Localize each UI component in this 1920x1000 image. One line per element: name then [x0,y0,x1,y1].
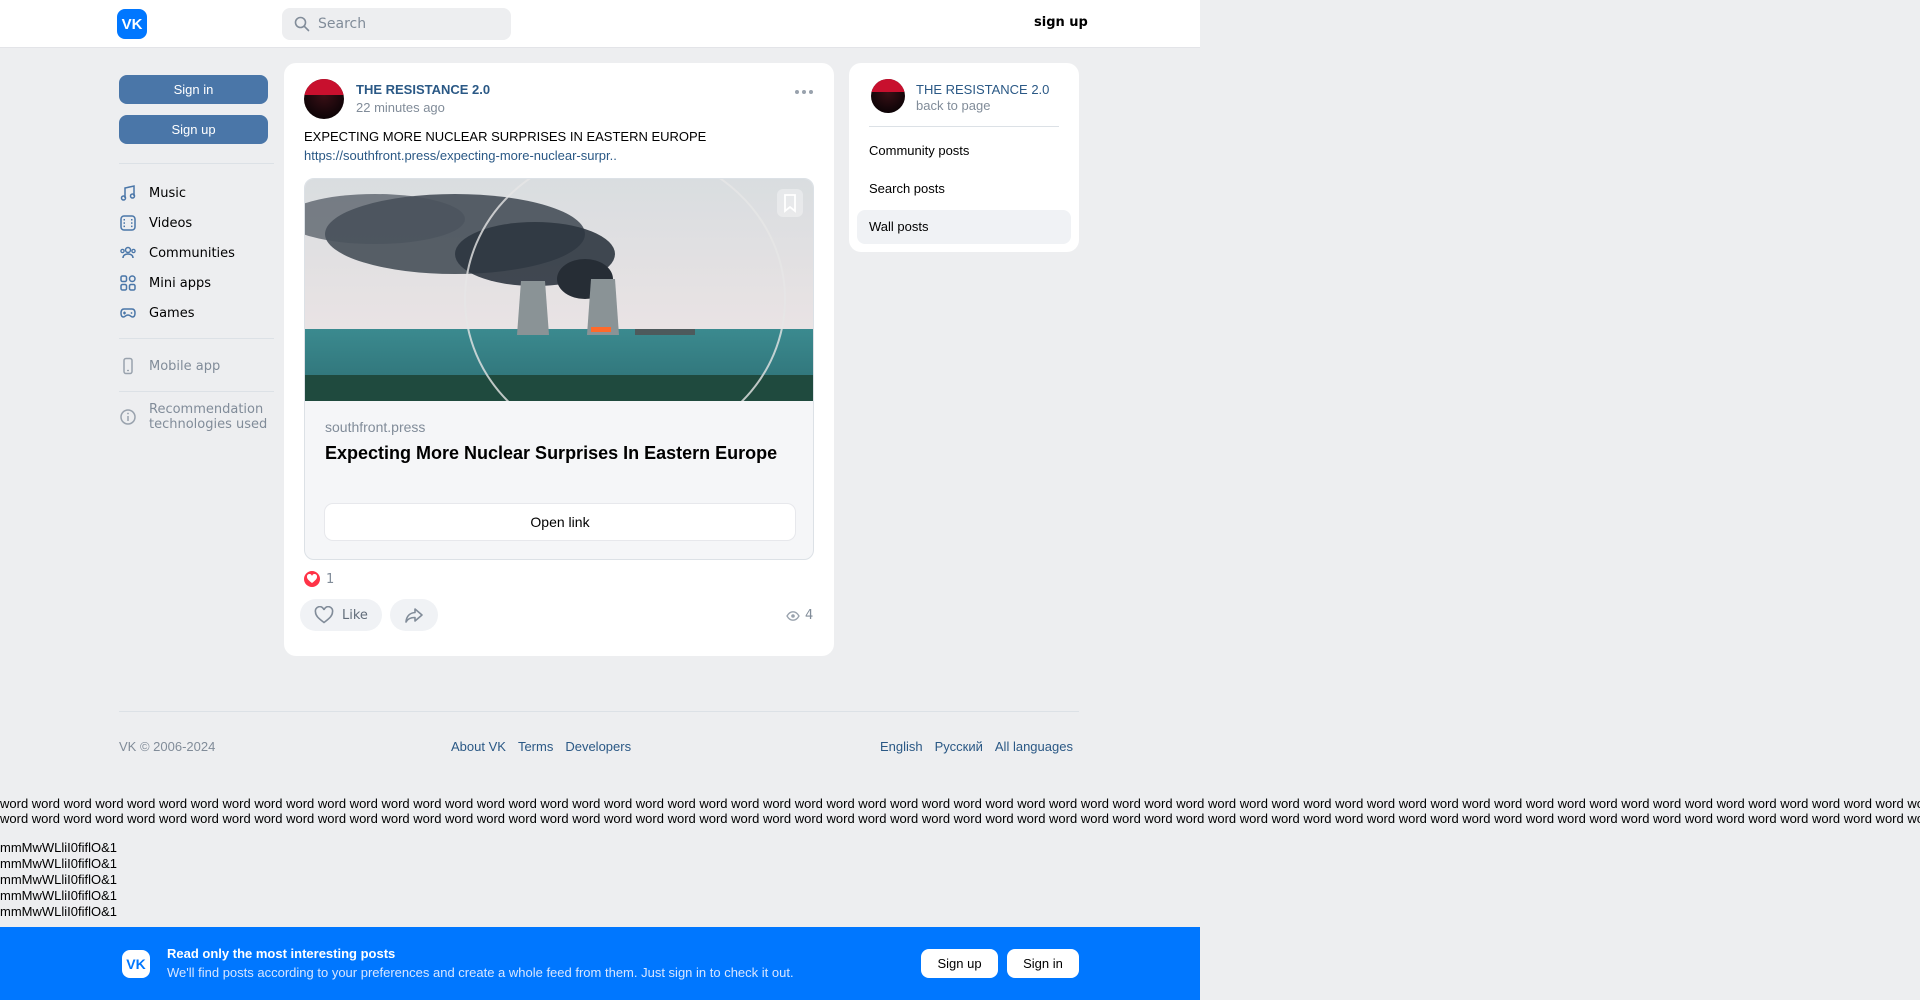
footer-link-developers[interactable]: Developers [565,739,631,754]
views-counter: 4 [786,608,813,623]
lang-english[interactable]: English [880,739,923,754]
sample-text-line: mmMwWLliI0fiflO&1 [0,904,118,919]
sidebar-signup-button[interactable]: Sign up [119,115,268,144]
footer-languages: English Русский All languages [880,739,1073,754]
sample-text-block: mmMwWLliI0fiflO&1 mmMwWLliI0fiflO&1 mmMw… [0,840,117,920]
lang-russian[interactable]: Русский [935,739,983,754]
reactions-summary[interactable]: 1 [304,571,334,587]
recommendation-line-1: Recommendation [149,402,264,417]
search-box[interactable] [282,8,511,40]
like-button[interactable]: Like [300,599,382,631]
author-avatar[interactable] [304,79,344,119]
link-preview-card[interactable]: southfront.press Expecting More Nuclear … [304,178,814,560]
link-title[interactable]: Expecting More Nuclear Surprises In East… [325,443,777,464]
link-domain: southfront.press [325,419,426,435]
views-count: 4 [805,608,814,623]
footer-link-terms[interactable]: Terms [518,739,553,754]
sidebar-signin-button[interactable]: Sign in [119,75,268,104]
header-signup-link[interactable]: sign up [1034,15,1088,30]
post-text: EXPECTING MORE NUCLEAR SURPRISES IN EAST… [304,129,707,144]
sidebar-item-music[interactable]: Music [119,178,269,208]
open-link-button[interactable]: Open link [325,504,795,540]
menu-item-search-posts[interactable]: Search posts [857,172,1071,206]
sidebar-item-mini-apps[interactable]: Mini apps [119,268,269,298]
community-name-link[interactable]: THE RESISTANCE 2.0 [916,82,1049,97]
eye-icon [786,610,800,621]
more-options-icon[interactable] [794,89,814,95]
sidebar-item-mobile-app[interactable]: Mobile app [119,351,269,381]
menu-item-wall-posts[interactable]: Wall posts [857,210,1071,244]
sidebar-item-videos[interactable]: Videos [119,208,269,238]
sidebar-item-label: Mobile app [149,358,221,374]
footer-copyright: VK © 2006-2024 [119,739,216,754]
sidebar-item-label: Games [149,305,195,321]
music-icon [120,185,136,201]
mini-apps-icon [120,275,136,291]
banner-subtitle: We'll find posts according to your prefe… [167,965,794,980]
post-url-link[interactable]: https://southfront.press/expecting-more-… [304,148,617,163]
banner-title: Read only the most interesting posts [167,946,396,961]
sidebar-item-recommendation-info[interactable]: Recommendation technologies used [119,402,269,432]
sidebar-item-label: Mini apps [149,275,212,291]
right-panel: THE RESISTANCE 2.0 back to page Communit… [849,63,1079,252]
reactions-count: 1 [326,571,335,587]
recommendation-text: Recommendation technologies used [149,402,267,432]
gamepad-icon [120,308,136,318]
lang-all[interactable]: All languages [995,739,1073,754]
sidebar-item-label: Videos [149,215,193,231]
recommendation-line-2: technologies used [149,417,268,432]
signup-banner: VK Read only the most interesting posts … [0,927,1200,1000]
info-icon [120,409,136,425]
share-button[interactable] [389,599,438,631]
top-header: VK sign up [0,0,1200,48]
footer-link-about[interactable]: About VK [451,739,506,754]
wall-post: THE RESISTANCE 2.0 22 minutes ago EXPECT… [284,63,834,656]
footer-links: About VK Terms Developers [451,739,631,754]
phone-icon [123,357,133,375]
sidebar-divider [119,338,274,339]
nuclear-plant-image [305,179,813,401]
back-to-page-link[interactable]: back to page [916,98,990,113]
sample-text-line: mmMwWLliI0fiflO&1 [0,888,118,903]
menu-item-community-posts[interactable]: Community posts [857,134,1071,168]
video-icon [120,215,136,231]
sample-text-line: mmMwWLliI0fiflO&1 [0,856,118,871]
sidebar-item-label: Music [149,185,186,201]
vk-logo: VK [122,950,150,978]
sidebar-item-games[interactable]: Games [119,298,269,328]
post-actions: Like [300,599,446,631]
heart-icon [314,606,334,624]
share-icon [405,608,423,623]
post-author-link[interactable]: THE RESISTANCE 2.0 [356,82,490,97]
sidebar-divider [119,163,274,164]
word-text-line: word word word word word word word word … [0,796,1920,811]
search-icon [294,16,310,32]
communities-icon [120,246,136,259]
sidebar-item-label: Communities [149,245,235,261]
sidebar-item-communities[interactable]: Communities [119,238,269,268]
sample-text-line: mmMwWLliI0fiflO&1 [0,872,118,887]
like-label: Like [342,607,368,623]
sample-text-line: mmMwWLliI0fiflO&1 [0,840,118,855]
right-panel-divider [869,126,1059,127]
vk-logo[interactable]: VK [117,9,147,39]
banner-signin-button[interactable]: Sign in [1007,949,1079,978]
search-input[interactable] [318,16,498,32]
word-text-line: word word word word word word word word … [0,811,1920,826]
left-sidebar: Sign in Sign up Music Videos Communities… [119,75,274,432]
post-time[interactable]: 22 minutes ago [356,100,445,115]
banner-signup-button[interactable]: Sign up [921,949,998,978]
community-avatar[interactable] [871,79,905,113]
link-preview-image[interactable] [305,179,813,401]
heart-reaction-icon [304,571,320,587]
sidebar-divider [119,391,274,392]
footer-divider [119,711,1079,712]
bookmark-icon[interactable] [777,189,803,217]
